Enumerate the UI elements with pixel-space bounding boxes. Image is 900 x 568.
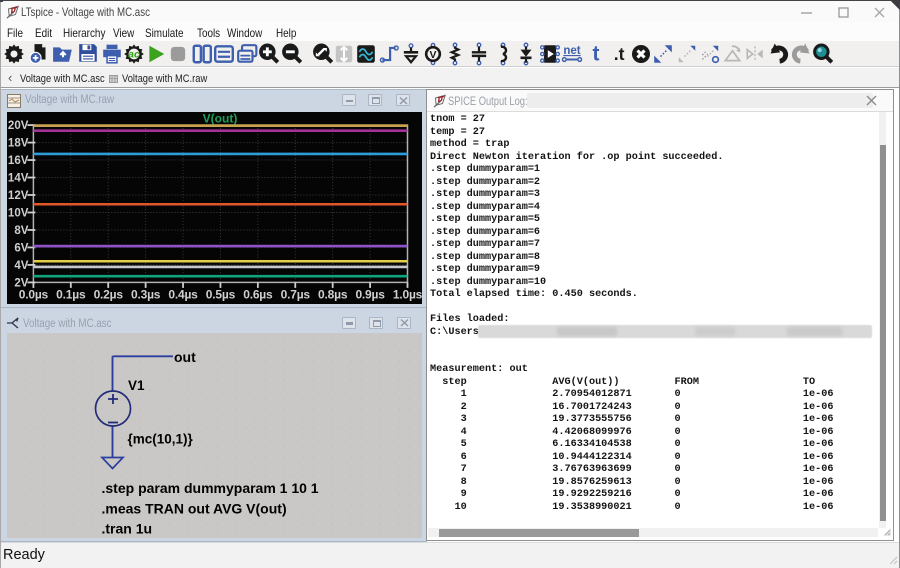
svg-text:t: t (593, 43, 600, 66)
svg-text:18V: 18V (8, 138, 29, 150)
svg-text:0.5µs: 0.5µs (206, 287, 236, 301)
svg-text:12V: 12V (8, 190, 29, 202)
svg-text:14V: 14V (8, 173, 29, 185)
svg-text:0.4µs: 0.4µs (168, 287, 198, 301)
svg-text:.t: .t (614, 44, 625, 64)
svg-text:6V: 6V (14, 242, 28, 254)
svg-text:8V: 8V (14, 225, 28, 237)
svg-text:1.0µs: 1.0µs (393, 287, 422, 301)
svg-text:10V: 10V (8, 207, 29, 219)
svg-text:.tran 1u: .tran 1u (102, 521, 153, 537)
svg-text:0.0µs: 0.0µs (19, 287, 49, 301)
svg-text:{mc(10,1)}: {mc(10,1)} (128, 432, 194, 447)
svg-text:20V: 20V (8, 120, 29, 132)
svg-text:0.2µs: 0.2µs (94, 287, 124, 301)
svg-text:out: out (174, 349, 196, 365)
svg-text:0.1µs: 0.1µs (56, 287, 86, 301)
svg-text:.step param dummyparam 1 10 1: .step param dummyparam 1 10 1 (102, 480, 319, 496)
svg-text:V: V (430, 50, 437, 61)
svg-text:net: net (563, 45, 580, 57)
svg-text:.meas TRAN out AVG V(out): .meas TRAN out AVG V(out) (102, 501, 287, 517)
svg-text:0.6µs: 0.6µs (243, 287, 273, 301)
svg-text:0.7µs: 0.7µs (281, 287, 311, 301)
svg-text:V(out): V(out) (203, 112, 238, 126)
svg-text:0.3µs: 0.3µs (131, 287, 161, 301)
svg-text:4V: 4V (14, 260, 28, 272)
svg-text:16V: 16V (8, 155, 29, 167)
svg-text:ac: ac (128, 50, 140, 61)
svg-text:V1: V1 (128, 378, 145, 393)
svg-text:0.8µs: 0.8µs (318, 287, 348, 301)
svg-text:0.9µs: 0.9µs (355, 287, 385, 301)
